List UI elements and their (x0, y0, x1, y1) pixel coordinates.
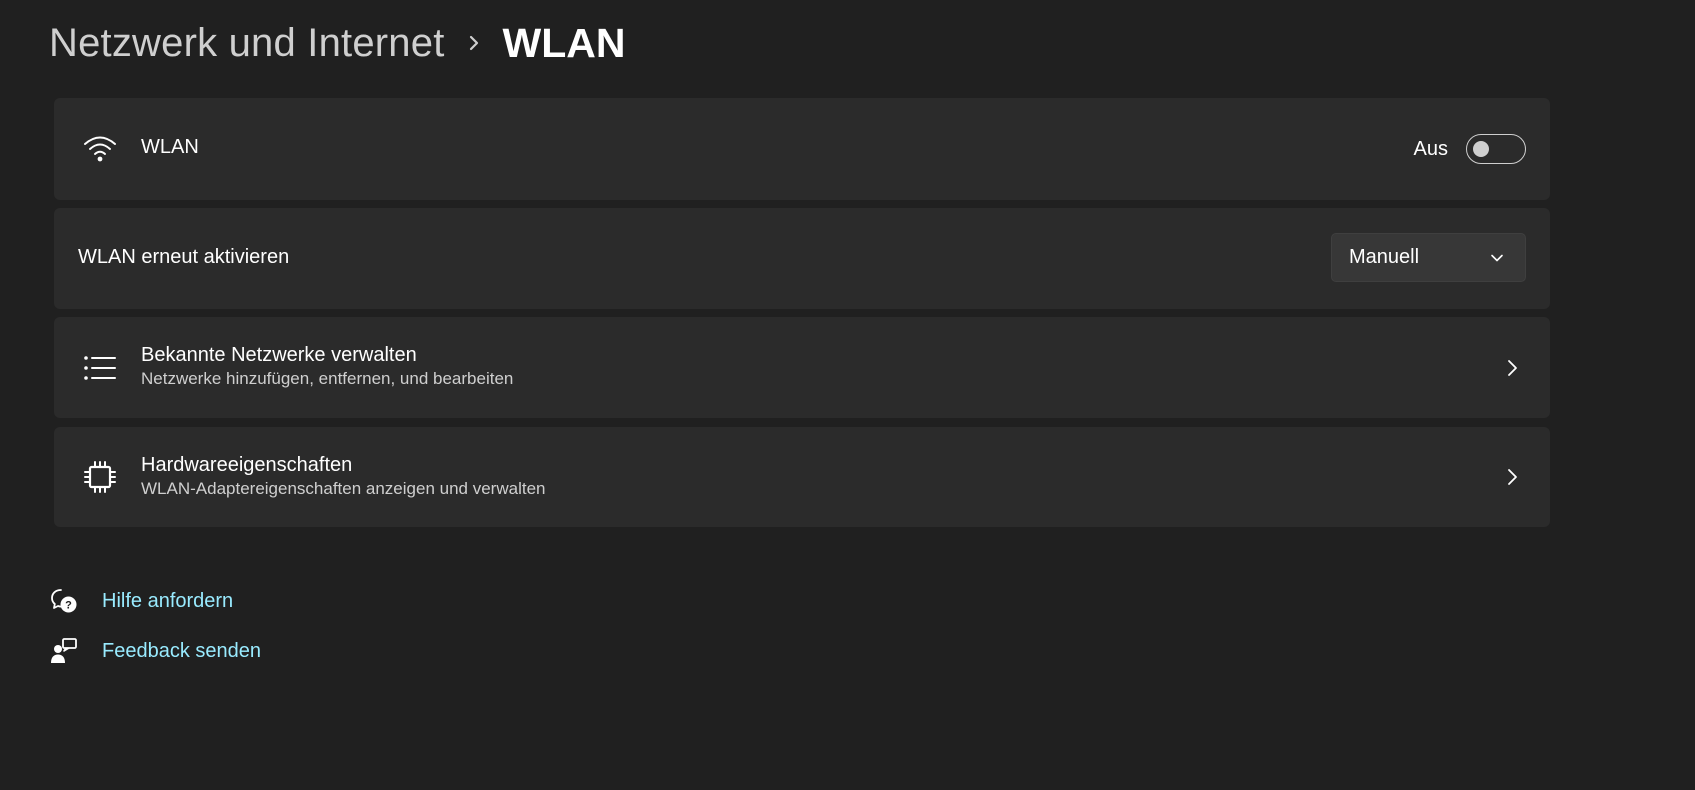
reenable-dropdown[interactable]: Manuell (1331, 233, 1526, 282)
toggle-knob (1473, 141, 1489, 157)
known-networks-title: Bekannte Netzwerke verwalten (141, 344, 417, 366)
known-networks-card[interactable]: Bekannte Netzwerke verwalten Netzwerke h… (54, 317, 1550, 418)
svg-text:?: ? (65, 600, 72, 612)
breadcrumb: Netzwerk und Internet WLAN (49, 14, 625, 72)
help-chat-icon: ? (49, 586, 79, 616)
hardware-card[interactable]: Hardwareeigenschaften WLAN-Adaptereigens… (54, 427, 1550, 527)
hardware-title: Hardwareeigenschaften (141, 454, 353, 476)
known-networks-text: Bekannte Netzwerke verwalten Netzwerke h… (141, 343, 513, 391)
wlan-toggle-area: Aus (1414, 98, 1526, 200)
help-link-label[interactable]: Hilfe anfordern (102, 590, 233, 613)
page-title: WLAN (502, 19, 626, 66)
feedback-icon (49, 636, 79, 666)
wlan-title: WLAN (141, 136, 199, 158)
feedback-link[interactable]: Feedback senden (49, 634, 261, 668)
hardware-subtitle: WLAN-Adaptereigenschaften anzeigen und v… (141, 479, 546, 498)
known-networks-subtitle: Netzwerke hinzufügen, entfernen, und bea… (141, 369, 514, 388)
breadcrumb-parent[interactable]: Netzwerk und Internet (49, 21, 445, 66)
chip-icon (78, 455, 122, 499)
help-link[interactable]: ? Hilfe anfordern (49, 584, 233, 618)
list-icon (78, 346, 122, 390)
wifi-icon (78, 127, 122, 171)
settings-page: Netzwerk und Internet WLAN WLAN Aus WLAN… (0, 0, 1695, 790)
chevron-down-icon (1489, 250, 1505, 266)
wlan-toggle[interactable] (1466, 134, 1526, 164)
chevron-right-icon (1502, 358, 1522, 378)
dropdown-value: Manuell (1349, 246, 1420, 268)
chevron-right-icon (1502, 467, 1522, 487)
reenable-card: WLAN erneut aktivieren Manuell (54, 208, 1550, 309)
breadcrumb-chevron-icon (445, 14, 503, 72)
hardware-text: Hardwareeigenschaften WLAN-Adaptereigens… (141, 453, 545, 501)
wlan-card: WLAN Aus (54, 98, 1550, 200)
feedback-link-label[interactable]: Feedback senden (102, 640, 261, 663)
reenable-title: WLAN erneut aktivieren (78, 246, 290, 268)
wlan-toggle-label: Aus (1413, 137, 1448, 160)
